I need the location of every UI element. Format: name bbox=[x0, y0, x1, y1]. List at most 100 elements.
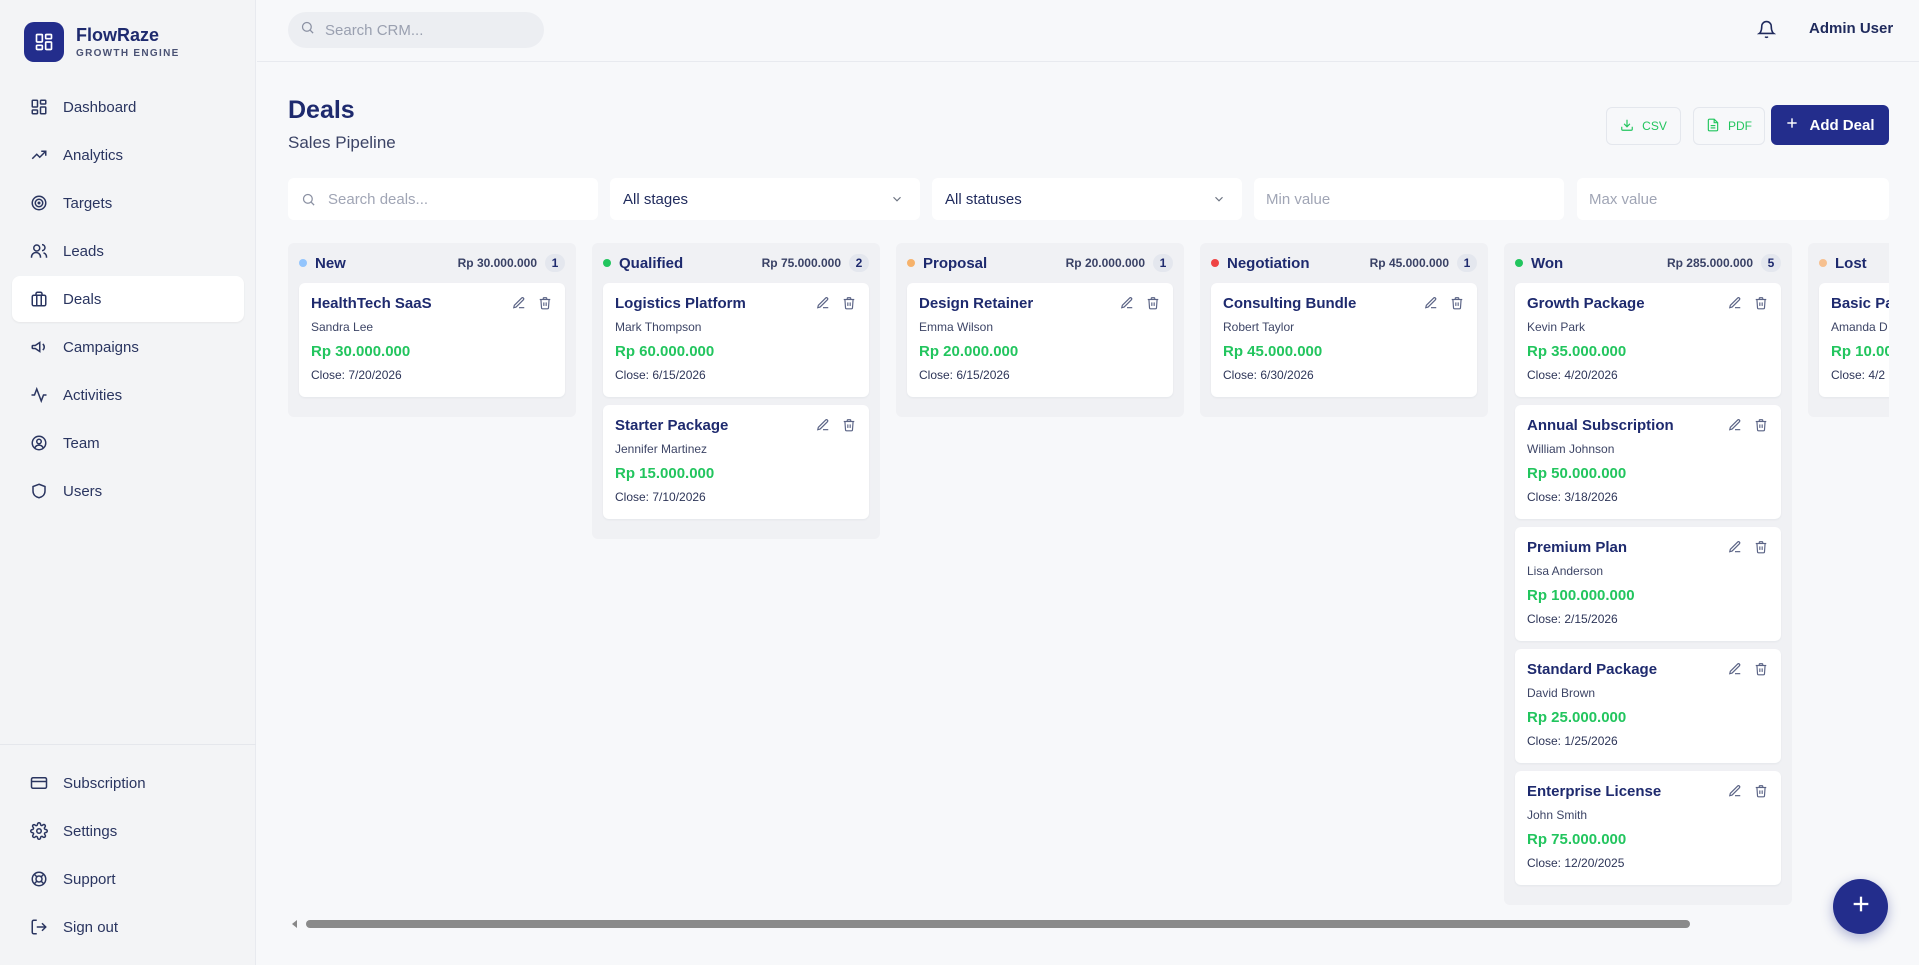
floating-add-button[interactable] bbox=[1833, 879, 1888, 934]
stage-select-value: All stages bbox=[623, 190, 689, 208]
trash-icon[interactable] bbox=[1753, 661, 1769, 677]
sidebar-item-label: Dashboard bbox=[63, 98, 137, 116]
deal-card[interactable]: Logistics Platform Mark Thompson Rp 60.000… bbox=[603, 283, 869, 397]
sidebar-item-campaigns[interactable]: Campaigns bbox=[12, 324, 244, 370]
deal-card[interactable]: Enterprise License John Smith Rp 75.000.00… bbox=[1515, 771, 1781, 885]
status-select[interactable]: All statuses bbox=[932, 178, 1242, 220]
dashboard-icon bbox=[29, 97, 49, 117]
deal-search-field[interactable] bbox=[288, 178, 598, 220]
edit-icon[interactable] bbox=[815, 295, 831, 311]
trash-icon[interactable] bbox=[1753, 539, 1769, 555]
deal-card[interactable]: Basic Pa Amanda D Rp 10.00 Close: 4/2 bbox=[1819, 283, 1889, 397]
sidebar-item-sign-out[interactable]: Sign out bbox=[12, 904, 244, 950]
sign-out-icon bbox=[29, 917, 49, 937]
edit-icon[interactable] bbox=[1727, 661, 1743, 677]
edit-icon[interactable] bbox=[1727, 783, 1743, 799]
deal-contact: Emma Wilson bbox=[919, 320, 994, 334]
pipeline-column-negotiation: Negotiation Rp 45.000.000 1 Consulting Bund… bbox=[1200, 243, 1488, 417]
column-title: Qualified bbox=[619, 254, 684, 272]
trash-icon[interactable] bbox=[1753, 783, 1769, 799]
min-value-input[interactable] bbox=[1266, 190, 1564, 208]
deal-card[interactable]: Design Retainer Emma Wilson Rp 20.000.000 C… bbox=[907, 283, 1173, 397]
max-value-input[interactable] bbox=[1589, 190, 1889, 208]
deal-close-date: Close: 3/18/2026 bbox=[1527, 490, 1618, 504]
sidebar-item-label: Team bbox=[63, 434, 100, 452]
sidebar-item-label: Activities bbox=[63, 386, 123, 404]
search-icon bbox=[301, 192, 316, 207]
lifebuoy-icon bbox=[29, 869, 49, 889]
sidebar-item-label: Support bbox=[63, 870, 116, 888]
column-header: Lost bbox=[1819, 243, 1889, 283]
crm-search-input[interactable] bbox=[325, 21, 525, 39]
edit-icon[interactable] bbox=[1119, 295, 1135, 311]
trash-icon[interactable] bbox=[1145, 295, 1161, 311]
edit-icon[interactable] bbox=[1727, 295, 1743, 311]
trash-icon[interactable] bbox=[1449, 295, 1465, 311]
sidebar-item-deals[interactable]: Deals bbox=[12, 276, 244, 322]
deal-card[interactable]: HealthTech SaaS Sandra Lee Rp 30.000.000 Cl… bbox=[299, 283, 565, 397]
max-value-field[interactable] bbox=[1577, 178, 1889, 220]
trash-icon[interactable] bbox=[841, 417, 857, 433]
trash-icon[interactable] bbox=[841, 295, 857, 311]
deal-close-date: Close: 6/15/2026 bbox=[919, 368, 1010, 382]
export-csv-button[interactable]: CSV bbox=[1606, 107, 1681, 145]
sidebar-item-users[interactable]: Users bbox=[12, 468, 244, 514]
deal-value: Rp 10.00 bbox=[1831, 343, 1889, 360]
sidebar-divider bbox=[0, 744, 256, 745]
sidebar-item-support[interactable]: Support bbox=[12, 856, 244, 902]
add-deal-button[interactable]: Add Deal bbox=[1771, 105, 1889, 145]
export-csv-label: CSV bbox=[1642, 119, 1667, 133]
sidebar-item-activities[interactable]: Activities bbox=[12, 372, 244, 418]
deal-close-date: Close: 2/15/2026 bbox=[1527, 612, 1618, 626]
deal-card[interactable]: Consulting Bundle Robert Taylor Rp 45.000.… bbox=[1211, 283, 1477, 397]
bell-icon[interactable] bbox=[1755, 18, 1777, 40]
scrollbar-thumb[interactable] bbox=[306, 920, 1690, 928]
sidebar-item-label: Deals bbox=[63, 290, 102, 308]
page-title: Deals bbox=[288, 96, 355, 124]
trash-icon[interactable] bbox=[537, 295, 553, 311]
sidebar-item-subscription[interactable]: Subscription bbox=[12, 760, 244, 806]
edit-icon[interactable] bbox=[1423, 295, 1439, 311]
brand[interactable]: FlowRaze GROWTH ENGINE bbox=[24, 22, 180, 62]
export-pdf-button[interactable]: PDF bbox=[1693, 107, 1765, 145]
deal-search-input[interactable] bbox=[328, 190, 598, 208]
sidebar-item-label: Analytics bbox=[63, 146, 124, 164]
deal-contact: David Brown bbox=[1527, 686, 1596, 700]
trash-icon[interactable] bbox=[1753, 417, 1769, 433]
gear-icon bbox=[29, 821, 49, 841]
deal-card[interactable]: Premium Plan Lisa Anderson Rp 100.000.000 C… bbox=[1515, 527, 1781, 641]
chevron-down-icon bbox=[890, 192, 904, 210]
deal-card[interactable]: Growth Package Kevin Park Rp 35.000.000 Clo… bbox=[1515, 283, 1781, 397]
column-header: Qualified Rp 75.000.000 2 bbox=[603, 243, 869, 283]
user-menu[interactable]: Admin User bbox=[1809, 20, 1893, 37]
deal-close-date: Close: 1/25/2026 bbox=[1527, 734, 1618, 748]
sidebar-item-targets[interactable]: Targets bbox=[12, 180, 244, 226]
edit-icon[interactable] bbox=[815, 417, 831, 433]
sidebar-item-label: Leads bbox=[63, 242, 104, 260]
sidebar-item-team[interactable]: Team bbox=[12, 420, 244, 466]
crm-search[interactable] bbox=[288, 12, 544, 48]
export-pdf-label: PDF bbox=[1728, 119, 1752, 133]
sidebar-item-settings[interactable]: Settings bbox=[12, 808, 244, 854]
column-title: New bbox=[315, 254, 346, 272]
download-icon bbox=[1620, 118, 1634, 135]
trash-icon[interactable] bbox=[1753, 295, 1769, 311]
deal-card[interactable]: Annual Subscription William Johnson Rp 50.… bbox=[1515, 405, 1781, 519]
scroll-left-arrow-icon[interactable] bbox=[292, 920, 297, 928]
column-title: Won bbox=[1531, 254, 1564, 272]
board-horizontal-scrollbar[interactable] bbox=[288, 918, 1889, 930]
deal-card[interactable]: Standard Package David Brown Rp 25.000.000… bbox=[1515, 649, 1781, 763]
deal-contact: Kevin Park bbox=[1527, 320, 1586, 334]
sidebar-item-leads[interactable]: Leads bbox=[12, 228, 244, 274]
edit-icon[interactable] bbox=[1727, 417, 1743, 433]
deal-card[interactable]: Starter Package Jennifer Martinez Rp 15.00… bbox=[603, 405, 869, 519]
sidebar-item-dashboard[interactable]: Dashboard bbox=[12, 84, 244, 130]
pipeline-column-qualified: Qualified Rp 75.000.000 2 Logistics Platfor… bbox=[592, 243, 880, 539]
sidebar-nav: Dashboard Analytics Targets Leads Deals … bbox=[12, 84, 244, 516]
column-total: Rp 30.000.000 bbox=[457, 256, 537, 270]
edit-icon[interactable] bbox=[511, 295, 527, 311]
min-value-field[interactable] bbox=[1254, 178, 1564, 220]
sidebar-item-analytics[interactable]: Analytics bbox=[12, 132, 244, 178]
edit-icon[interactable] bbox=[1727, 539, 1743, 555]
stage-select[interactable]: All stages bbox=[610, 178, 920, 220]
